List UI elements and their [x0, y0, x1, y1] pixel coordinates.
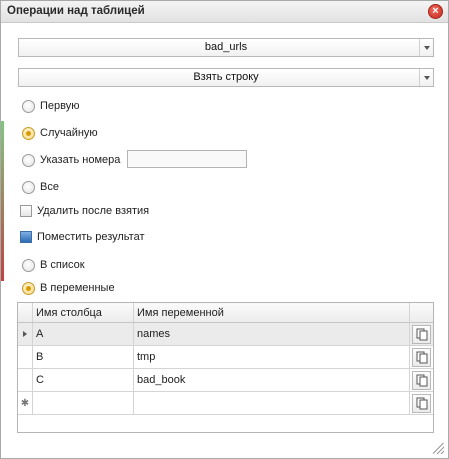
- copy-button[interactable]: [412, 370, 431, 390]
- cell-column-name[interactable]: [33, 392, 134, 414]
- new-row[interactable]: ✱: [18, 392, 433, 415]
- row-indicator[interactable]: [18, 369, 33, 391]
- radio-specify-numbers[interactable]: Указать номера: [22, 152, 120, 168]
- table-select-value: bad_urls: [204, 41, 248, 53]
- copy-button[interactable]: [412, 347, 431, 367]
- cell-column-name[interactable]: A: [33, 323, 134, 345]
- radio-all[interactable]: Все: [22, 179, 59, 195]
- radio-first[interactable]: Первую: [22, 98, 80, 114]
- column-header-column-name[interactable]: Имя столбца: [33, 303, 134, 322]
- new-row-star-icon: ✱: [20, 397, 30, 409]
- grid-header: Имя столбца Имя переменной: [18, 303, 433, 323]
- radio-all-label: Все: [40, 181, 59, 193]
- row-indicator[interactable]: [18, 346, 33, 368]
- cell-variable-name[interactable]: bad_book: [134, 369, 410, 391]
- radio-to-variables-button[interactable]: [22, 281, 35, 295]
- copy-icon: [416, 328, 427, 340]
- cell-variable-name[interactable]: tmp: [134, 346, 410, 368]
- radio-all-button[interactable]: [22, 180, 35, 194]
- column-header-variable-name[interactable]: Имя переменной: [134, 303, 410, 322]
- numbers-input[interactable]: [127, 150, 247, 168]
- current-row-arrow-icon: [23, 331, 27, 337]
- dialog-window: Операции над таблицей × bad_urls Взять с…: [0, 0, 449, 459]
- chevron-down-icon[interactable]: [419, 39, 433, 56]
- copy-icon: [416, 351, 427, 363]
- radio-random-label: Случайную: [40, 127, 98, 139]
- radio-to-list-button[interactable]: [22, 258, 35, 272]
- row-action-cell: [410, 323, 433, 345]
- row-action-cell: [410, 392, 433, 414]
- grid-header-indicator: [18, 303, 33, 322]
- window-title: Операции над таблицей: [7, 5, 145, 17]
- titlebar: Операции над таблицей ×: [1, 1, 448, 23]
- radio-to-list-label: В список: [40, 259, 85, 271]
- radio-specify-numbers-button[interactable]: [22, 153, 35, 167]
- row-action-cell: [410, 346, 433, 368]
- radio-to-list[interactable]: В список: [22, 257, 85, 273]
- radio-first-button[interactable]: [22, 99, 35, 113]
- delete-after-checkbox-row[interactable]: Удалить после взятия: [20, 203, 149, 219]
- put-result-checkbox-row[interactable]: Поместить результат: [20, 229, 145, 245]
- put-result-checkbox[interactable]: [20, 231, 32, 243]
- resize-grip-icon[interactable]: [433, 443, 444, 454]
- radio-random-button[interactable]: [22, 126, 35, 140]
- cell-column-name[interactable]: B: [33, 346, 134, 368]
- copy-button[interactable]: [412, 324, 431, 344]
- table-row[interactable]: A names: [18, 323, 433, 346]
- cell-variable-name[interactable]: [134, 392, 410, 414]
- close-button[interactable]: ×: [428, 4, 443, 19]
- radio-to-variables[interactable]: В переменные: [22, 280, 115, 296]
- radio-first-label: Первую: [40, 100, 80, 112]
- table-row[interactable]: C bad_book: [18, 369, 433, 392]
- cell-column-name[interactable]: C: [33, 369, 134, 391]
- row-action-cell: [410, 369, 433, 391]
- copy-icon: [416, 397, 427, 409]
- grid-header-button-cell: [410, 303, 433, 322]
- chevron-down-icon[interactable]: [419, 69, 433, 86]
- delete-after-label: Удалить после взятия: [37, 205, 150, 217]
- mapping-grid[interactable]: Имя столбца Имя переменной A names B tmp…: [17, 302, 434, 433]
- copy-button[interactable]: [412, 393, 431, 413]
- radio-to-variables-label: В переменные: [40, 282, 115, 294]
- cell-variable-name[interactable]: names: [134, 323, 410, 345]
- put-result-label: Поместить результат: [37, 231, 145, 243]
- operation-select[interactable]: Взять строку: [18, 68, 434, 87]
- operation-select-value: Взять строку: [193, 71, 259, 83]
- close-icon: ×: [432, 5, 439, 17]
- delete-after-checkbox[interactable]: [20, 205, 32, 217]
- row-indicator[interactable]: [18, 323, 33, 345]
- table-row[interactable]: B tmp: [18, 346, 433, 369]
- radio-random[interactable]: Случайную: [22, 125, 98, 141]
- radio-specify-numbers-label: Указать номера: [40, 154, 121, 166]
- table-select[interactable]: bad_urls: [18, 38, 434, 57]
- copy-icon: [416, 374, 427, 386]
- side-accent-strip: [1, 121, 4, 281]
- row-indicator[interactable]: ✱: [18, 392, 33, 414]
